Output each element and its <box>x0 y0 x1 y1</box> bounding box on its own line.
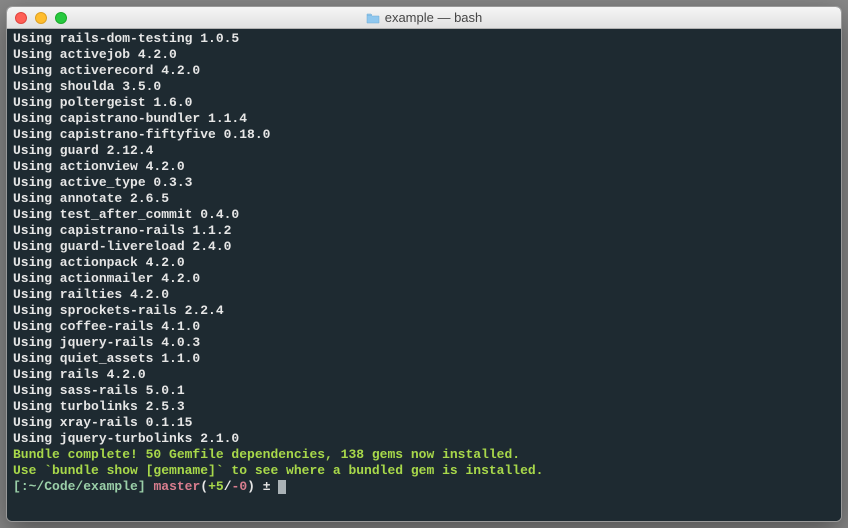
window-title: example — bash <box>7 10 841 25</box>
zoom-button[interactable] <box>55 12 67 24</box>
output-line: Using guard-livereload 2.4.0 <box>13 239 835 255</box>
output-line: Using xray-rails 0.1.15 <box>13 415 835 431</box>
prompt-branch: master <box>153 479 200 494</box>
output-line: Using activerecord 4.2.0 <box>13 63 835 79</box>
output-line: Using guard 2.12.4 <box>13 143 835 159</box>
output-line: Using shoulda 3.5.0 <box>13 79 835 95</box>
output-line: Using activejob 4.2.0 <box>13 47 835 63</box>
output-line: Using actionmailer 4.2.0 <box>13 271 835 287</box>
output-line: Using rails 4.2.0 <box>13 367 835 383</box>
prompt-bracket-open: [ <box>13 479 21 494</box>
prompt-bracket-close: ] <box>138 479 146 494</box>
prompt-diff-added: +5 <box>208 479 224 494</box>
titlebar: example — bash <box>7 7 841 29</box>
output-line: Using capistrano-bundler 1.1.4 <box>13 111 835 127</box>
output-line: Using capistrano-fiftyfive 0.18.0 <box>13 127 835 143</box>
output-line: Using railties 4.2.0 <box>13 287 835 303</box>
terminal-body[interactable]: Using rails-dom-testing 1.0.5 Using acti… <box>7 29 841 521</box>
output-line: Using jquery-turbolinks 2.1.0 <box>13 431 835 447</box>
output-line: Using test_after_commit 0.4.0 <box>13 207 835 223</box>
output-line: Using actionpack 4.2.0 <box>13 255 835 271</box>
prompt-paren-close: ) <box>247 479 255 494</box>
traffic-lights <box>15 12 67 24</box>
prompt-path: :~/Code/example <box>21 479 138 494</box>
output-line: Using sass-rails 5.0.1 <box>13 383 835 399</box>
output-line: Using rails-dom-testing 1.0.5 <box>13 31 835 47</box>
prompt-diff-removed: -0 <box>232 479 248 494</box>
output-line: Using capistrano-rails 1.1.2 <box>13 223 835 239</box>
prompt-paren-open: ( <box>200 479 208 494</box>
output-line: Using sprockets-rails 2.2.4 <box>13 303 835 319</box>
close-button[interactable] <box>15 12 27 24</box>
prompt-diff-slash: / <box>224 479 232 494</box>
output-line: Using coffee-rails 4.1.0 <box>13 319 835 335</box>
output-line: Using active_type 0.3.3 <box>13 175 835 191</box>
output-line: Using jquery-rails 4.0.3 <box>13 335 835 351</box>
shell-prompt: [:~/Code/example] master(+5/-0) ± <box>13 479 835 495</box>
output-line: Using poltergeist 1.6.0 <box>13 95 835 111</box>
output-line: Using turbolinks 2.5.3 <box>13 399 835 415</box>
terminal-window: example — bash Using rails-dom-testing 1… <box>6 6 842 522</box>
cursor <box>278 480 286 494</box>
success-line: Use `bundle show [gemname]` to see where… <box>13 463 835 479</box>
minimize-button[interactable] <box>35 12 47 24</box>
output-line: Using actionview 4.2.0 <box>13 159 835 175</box>
prompt-symbol: ± <box>255 479 278 494</box>
folder-icon <box>366 12 380 23</box>
output-line: Using annotate 2.6.5 <box>13 191 835 207</box>
success-line: Bundle complete! 50 Gemfile dependencies… <box>13 447 835 463</box>
window-title-text: example — bash <box>385 10 483 25</box>
output-line: Using quiet_assets 1.1.0 <box>13 351 835 367</box>
